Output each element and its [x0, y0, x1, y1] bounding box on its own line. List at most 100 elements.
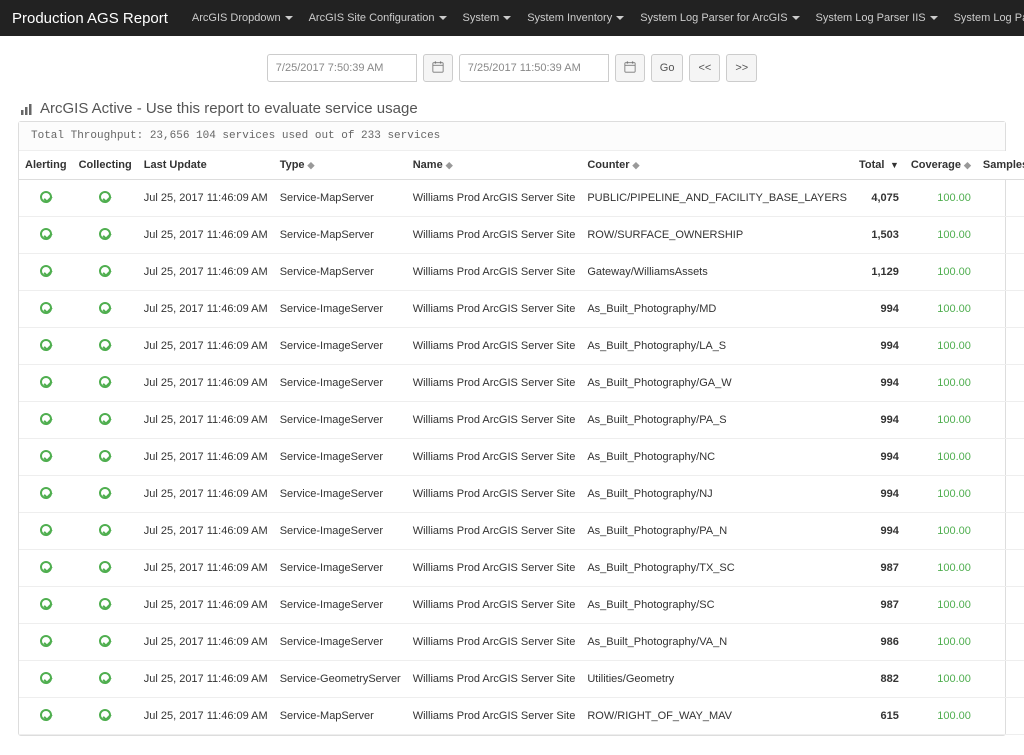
nav-item[interactable]: System Log Parser IIS — [808, 6, 946, 30]
cell-coverage: 100.00 — [905, 217, 977, 254]
cell-type: Service-ImageServer — [274, 476, 407, 513]
cell-counter: As_Built_Photography/NJ — [581, 476, 853, 513]
cell-alerting — [19, 587, 73, 624]
cell-counter: PUBLIC/PIPELINE_AND_FACILITY_BASE_LAYERS — [581, 180, 853, 217]
cell-type: Service-MapServer — [274, 254, 407, 291]
nav-item[interactable]: System Log Parser for Web Logs — [946, 6, 1024, 30]
nav-item[interactable]: System Inventory — [519, 6, 632, 30]
table-row: Jul 25, 2017 11:46:09 AMService-MapServe… — [19, 254, 1024, 291]
bar-chart-icon — [20, 102, 34, 116]
table-row: Jul 25, 2017 11:46:09 AMService-MapServe… — [19, 698, 1024, 735]
nav-item[interactable]: System Log Parser for ArcGIS — [632, 6, 807, 30]
cell-samples: 16 — [977, 439, 1024, 476]
cell-name: Williams Prod ArcGIS Server Site — [407, 476, 582, 513]
cell-last-update: Jul 25, 2017 11:46:09 AM — [138, 661, 274, 698]
cell-last-update: Jul 25, 2017 11:46:09 AM — [138, 624, 274, 661]
chevron-down-icon — [503, 16, 511, 20]
cell-type: Service-MapServer — [274, 217, 407, 254]
table-row: Jul 25, 2017 11:46:09 AMService-ImageSer… — [19, 550, 1024, 587]
status-ok-icon — [99, 265, 111, 277]
nav-item[interactable]: ArcGIS Dropdown — [184, 6, 301, 30]
cell-samples: 16 — [977, 402, 1024, 439]
cell-name: Williams Prod ArcGIS Server Site — [407, 402, 582, 439]
cell-counter: ROW/RIGHT_OF_WAY_MAV — [581, 698, 853, 735]
status-ok-icon — [40, 265, 52, 277]
cell-alerting — [19, 550, 73, 587]
section-title-text: ArcGIS Active - Use this report to evalu… — [40, 100, 418, 117]
col-last-update[interactable]: Last Update — [138, 151, 274, 180]
cell-samples: 16 — [977, 180, 1024, 217]
cell-type: Service-ImageServer — [274, 328, 407, 365]
cell-name: Williams Prod ArcGIS Server Site — [407, 217, 582, 254]
cell-coverage: 100.00 — [905, 328, 977, 365]
status-ok-icon — [99, 302, 111, 314]
cell-type: Service-ImageServer — [274, 291, 407, 328]
table-row: Jul 25, 2017 11:46:09 AMService-ImageSer… — [19, 291, 1024, 328]
start-calendar-button[interactable] — [423, 54, 453, 82]
col-total[interactable]: Total ▼ — [853, 151, 905, 180]
table-row: Jul 25, 2017 11:46:09 AMService-ImageSer… — [19, 439, 1024, 476]
cell-alerting — [19, 661, 73, 698]
cell-coverage: 100.00 — [905, 661, 977, 698]
cell-name: Williams Prod ArcGIS Server Site — [407, 550, 582, 587]
end-calendar-button[interactable] — [615, 54, 645, 82]
chevron-down-icon — [616, 16, 624, 20]
table-row: Jul 25, 2017 11:46:09 AMService-ImageSer… — [19, 328, 1024, 365]
cell-samples: 16 — [977, 254, 1024, 291]
nav-item-label: ArcGIS Dropdown — [192, 12, 281, 24]
cell-samples: 16 — [977, 365, 1024, 402]
status-ok-icon — [40, 709, 52, 721]
start-time-input[interactable] — [267, 54, 417, 82]
status-ok-icon — [99, 598, 111, 610]
col-samples[interactable]: Samples◆ — [977, 151, 1024, 180]
cell-type: Service-ImageServer — [274, 550, 407, 587]
col-coverage[interactable]: Coverage◆ — [905, 151, 977, 180]
col-name[interactable]: Name◆ — [407, 151, 582, 180]
status-ok-icon — [40, 413, 52, 425]
status-ok-icon — [40, 561, 52, 573]
table-row: Jul 25, 2017 11:46:09 AMService-ImageSer… — [19, 624, 1024, 661]
chevron-down-icon — [792, 16, 800, 20]
cell-counter: As_Built_Photography/LA_S — [581, 328, 853, 365]
status-ok-icon — [99, 561, 111, 573]
cell-name: Williams Prod ArcGIS Server Site — [407, 291, 582, 328]
date-toolbar: Go << >> — [0, 36, 1024, 92]
cell-name: Williams Prod ArcGIS Server Site — [407, 439, 582, 476]
cell-last-update: Jul 25, 2017 11:46:09 AM — [138, 402, 274, 439]
status-ok-icon — [40, 635, 52, 647]
cell-type: Service-ImageServer — [274, 439, 407, 476]
table-row: Jul 25, 2017 11:46:09 AMService-MapServe… — [19, 180, 1024, 217]
cell-collecting — [73, 476, 138, 513]
cell-counter: As_Built_Photography/PA_S — [581, 402, 853, 439]
cell-last-update: Jul 25, 2017 11:46:09 AM — [138, 513, 274, 550]
nav-item-label: System Log Parser for ArcGIS — [640, 12, 787, 24]
status-ok-icon — [40, 487, 52, 499]
cell-collecting — [73, 402, 138, 439]
cell-coverage: 100.00 — [905, 513, 977, 550]
cell-collecting — [73, 439, 138, 476]
prev-button[interactable]: << — [689, 54, 720, 82]
status-ok-icon — [99, 228, 111, 240]
cell-coverage: 100.00 — [905, 550, 977, 587]
cell-coverage: 100.00 — [905, 476, 977, 513]
nav-item[interactable]: System — [455, 6, 520, 30]
end-time-input[interactable] — [459, 54, 609, 82]
col-type[interactable]: Type◆ — [274, 151, 407, 180]
col-collecting[interactable]: Collecting — [73, 151, 138, 180]
table-row: Jul 25, 2017 11:46:09 AMService-ImageSer… — [19, 365, 1024, 402]
cell-total: 994 — [853, 402, 905, 439]
next-button[interactable]: >> — [726, 54, 757, 82]
col-counter[interactable]: Counter◆ — [581, 151, 853, 180]
cell-name: Williams Prod ArcGIS Server Site — [407, 365, 582, 402]
cell-type: Service-ImageServer — [274, 402, 407, 439]
nav-item[interactable]: ArcGIS Site Configuration — [301, 6, 455, 30]
cell-total: 882 — [853, 661, 905, 698]
chevron-down-icon — [439, 16, 447, 20]
cell-total: 4,075 — [853, 180, 905, 217]
cell-total: 994 — [853, 513, 905, 550]
col-alerting[interactable]: Alerting — [19, 151, 73, 180]
status-ok-icon — [99, 709, 111, 721]
cell-name: Williams Prod ArcGIS Server Site — [407, 661, 582, 698]
go-button[interactable]: Go — [651, 54, 684, 82]
cell-coverage: 100.00 — [905, 180, 977, 217]
